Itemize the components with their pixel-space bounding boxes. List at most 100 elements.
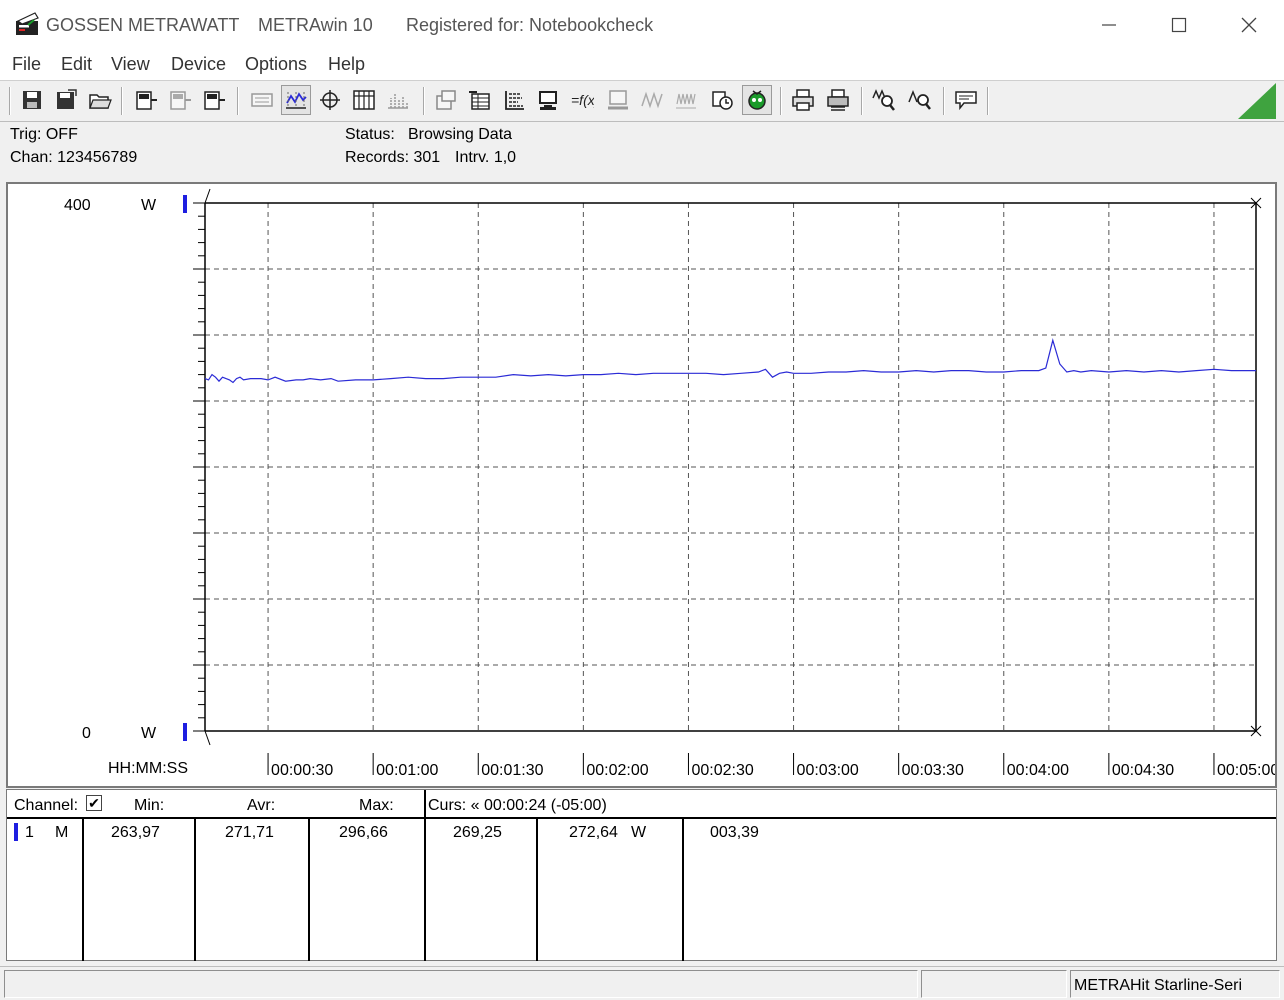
x-tick-label: 00:01:00: [376, 762, 438, 779]
toolbar-separator: [423, 87, 425, 115]
maximize-button[interactable]: [1144, 0, 1214, 50]
monitor-button[interactable]: [533, 85, 563, 115]
menu-edit[interactable]: Edit: [61, 54, 92, 75]
menu-options[interactable]: Options: [245, 54, 307, 75]
status-bar: METRAHit Starline-Seri: [0, 966, 1284, 1000]
column-divider: [82, 817, 84, 961]
trend-mode-icon: [286, 92, 307, 109]
device-name: METRAHit Starline-Seri: [1074, 977, 1243, 994]
close-icon: [1241, 17, 1257, 33]
zoom-cursor-button[interactable]: [905, 85, 935, 115]
histogram-button[interactable]: [383, 85, 413, 115]
minimize-icon: [1102, 24, 1116, 26]
crosshair-button[interactable]: [315, 85, 345, 115]
axis-corner-mark: [204, 730, 211, 746]
printer-icon: [792, 89, 814, 111]
statusbar-panel-main: [4, 970, 918, 998]
header-min: Min:: [134, 797, 165, 814]
chart-canvas[interactable]: 400 W 0 W HH:MM:SS 00:00:30 00:01:00 00:01…: [8, 184, 1279, 786]
export-button[interactable]: [431, 85, 461, 115]
save-button[interactable]: [17, 85, 47, 115]
record-button[interactable]: [707, 85, 737, 115]
x-tick-label: 00:02:00: [586, 762, 648, 779]
status-panel: Trig: OFF Chan: 123456789 Status: Browsi…: [0, 122, 1284, 180]
export-table-button[interactable]: [465, 85, 495, 115]
export-disabled-icon: [436, 90, 456, 110]
open-folder-icon: [89, 94, 112, 109]
column-divider: [682, 817, 684, 961]
x-tick-label: 00:01:30: [481, 762, 543, 779]
open-button[interactable]: [85, 85, 115, 115]
formula-button[interactable]: =f(x): [567, 85, 597, 115]
status-label: Status:: [345, 126, 395, 143]
x-tick-label: 00:03:00: [797, 762, 859, 779]
y-max-channel-marker: [183, 195, 187, 213]
axis-corner-mark: [204, 188, 211, 204]
device-write-button[interactable]: [199, 85, 229, 115]
y-max-unit: W: [141, 197, 157, 214]
print-button[interactable]: [788, 85, 818, 115]
print-disabled-button[interactable]: [603, 85, 633, 115]
trigger-status: Trig: OFF: [10, 126, 78, 143]
channel-stats-grid: Channel: ✔ Min: Avr: Max: Curs: « 00:00:…: [6, 789, 1277, 961]
x-tick-label: 00:02:30: [691, 762, 753, 779]
close-button[interactable]: [1214, 0, 1284, 50]
y-min-unit: W: [141, 725, 157, 742]
wave-disabled-icon: [676, 93, 696, 109]
device-write-icon: [204, 91, 225, 110]
y-min-channel-marker: [183, 723, 187, 741]
registration-title: Registered for: Notebookcheck: [406, 15, 654, 35]
toolbar-separator: [987, 87, 989, 115]
scope-button[interactable]: [637, 85, 667, 115]
zoom-auto-icon: [872, 89, 895, 111]
device-disabled-button[interactable]: [165, 85, 195, 115]
x-tick-label: 00:00:30: [271, 762, 333, 779]
menu-help[interactable]: Help: [328, 54, 365, 75]
status-value: Browsing Data: [408, 126, 513, 143]
header-cursor: Curs: « 00:00:24 (-05:00): [428, 797, 607, 814]
table-view-button[interactable]: [349, 85, 379, 115]
table-icon: [353, 90, 375, 110]
row-unit: W: [631, 824, 647, 841]
device-disabled-icon: [170, 91, 191, 110]
maximize-icon: [1171, 17, 1187, 33]
zoom-cursor-icon: [908, 89, 931, 110]
x-axis-format-label: HH:MM:SS: [108, 760, 188, 777]
column-divider: [308, 817, 310, 961]
header-channel: Channel:: [14, 797, 79, 814]
records-count: Records: 301: [345, 149, 441, 166]
title-bar: GOSSEN METRAWATT METRAwin 10 Registered …: [0, 0, 1284, 51]
column-divider: [194, 817, 196, 961]
brand-title: GOSSEN METRAWATT: [46, 15, 240, 35]
device-read-button[interactable]: [131, 85, 161, 115]
settings-grid-button[interactable]: [499, 85, 529, 115]
column-divider: [536, 817, 538, 961]
menu-view[interactable]: View: [111, 54, 150, 75]
product-title: METRAwin 10: [258, 15, 373, 35]
print-preview-button[interactable]: [823, 85, 853, 115]
save-as-button[interactable]: [51, 85, 81, 115]
comment-button[interactable]: [951, 85, 981, 115]
header-max: Max:: [359, 797, 394, 814]
menu-file[interactable]: File: [12, 54, 41, 75]
online-button[interactable]: [742, 85, 772, 115]
y-max-label: 400: [64, 197, 91, 214]
menu-device[interactable]: Device: [171, 54, 226, 75]
statusbar-panel-mid: [921, 970, 1067, 998]
minimize-button[interactable]: [1074, 0, 1144, 50]
toolbar-separator: [121, 87, 123, 115]
wave-button[interactable]: [671, 85, 701, 115]
x-tick-label: 00:03:30: [902, 762, 964, 779]
channel-checkbox[interactable]: ✔: [86, 795, 102, 811]
memory-button[interactable]: [247, 85, 277, 115]
header-avr: Avr:: [247, 797, 276, 814]
trend-mode-button[interactable]: [281, 85, 311, 115]
trend-chart[interactable]: 400 W 0 W HH:MM:SS 00:00:30 00:01:00 00:01…: [6, 182, 1279, 788]
zoom-auto-button[interactable]: [869, 85, 899, 115]
toolbar-separator: [237, 87, 239, 115]
device-read-icon: [136, 91, 157, 110]
toolbar-separator: [9, 87, 11, 115]
scope-disabled-icon: [641, 91, 663, 109]
histogram-disabled-icon: [388, 94, 408, 109]
toolbar: =f(x): [0, 81, 1284, 122]
